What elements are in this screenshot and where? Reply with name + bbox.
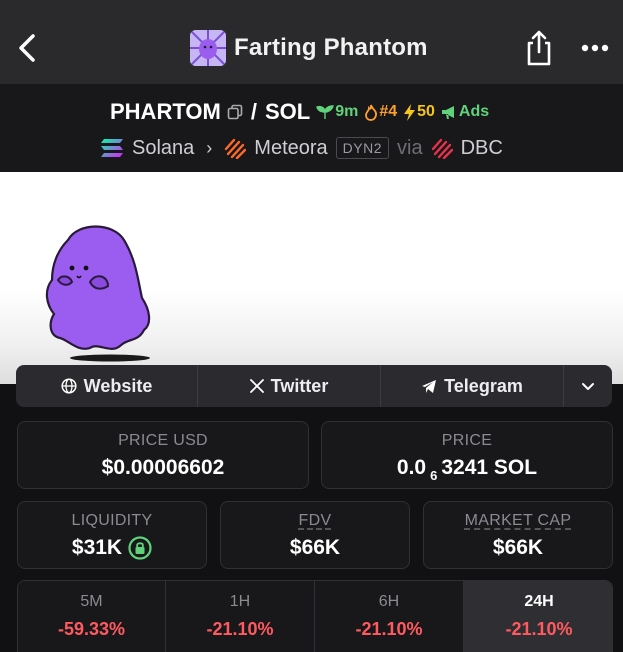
sprout-icon: [316, 105, 335, 119]
liquidity-value: $31K: [71, 536, 123, 559]
age-text: 9m: [335, 103, 359, 120]
telegram-label: Telegram: [444, 375, 523, 396]
social-links-bar: Website Twitter Telegram: [16, 365, 612, 407]
chain-name[interactable]: Solana: [132, 137, 194, 160]
market-cap-value: $66K: [492, 536, 544, 559]
via-label: via: [397, 136, 423, 159]
website-link[interactable]: Website: [16, 365, 198, 407]
window-title: Farting Phantom: [190, 30, 428, 66]
website-label: Website: [83, 375, 153, 396]
pair-header: PHARTOM / SOL 9m #4 50 Ads Solana › Mete…: [0, 84, 623, 172]
twitter-label: Twitter: [270, 375, 329, 396]
timeframe-tabs: 5M -59.33% 1H -21.10% 6H -21.10% 24H -21…: [17, 580, 613, 652]
price-zero-count: 6: [430, 468, 438, 483]
megaphone-icon: [441, 105, 454, 119]
tab-1h-change: -21.10%: [206, 619, 274, 639]
dbc-icon: [431, 138, 453, 159]
tab-1h-label: 1H: [229, 593, 251, 610]
top-nav-bar: Farting Phantom: [0, 0, 623, 84]
x-icon: [249, 379, 264, 393]
price-native-value: 0.0 6 3241 SOL: [322, 456, 612, 483]
tab-5m-label: 5M: [80, 593, 103, 610]
price-native-card: PRICE 0.0 6 3241 SOL: [321, 421, 613, 489]
liquidity-label: LIQUIDITY: [71, 512, 153, 529]
back-arrow-icon[interactable]: [14, 30, 40, 66]
tab-24h-label: 24H: [524, 593, 554, 610]
app-title: Farting Phantom: [234, 34, 428, 61]
chevron-down-icon: [582, 382, 594, 390]
chevron-right-icon: ›: [206, 137, 213, 158]
fdv-label[interactable]: FDV: [299, 512, 332, 529]
fdv-value: $66K: [289, 536, 341, 559]
quote-symbol: SOL: [264, 99, 311, 124]
globe-icon: [61, 378, 77, 394]
solana-icon: [101, 139, 123, 157]
market-cap-card: MARKET CAP $66K: [423, 501, 613, 569]
tab-6h-label: 6H: [378, 593, 400, 610]
app-logo: [190, 30, 226, 66]
tab-24h-change: -21.10%: [505, 619, 573, 639]
ads-badge[interactable]: Ads: [441, 103, 489, 121]
lock-icon[interactable]: [128, 536, 152, 560]
tab-24h[interactable]: 24H -21.10%: [464, 581, 612, 652]
tab-5m[interactable]: 5M -59.33%: [18, 581, 166, 652]
tab-6h-change: -21.10%: [355, 619, 423, 639]
dex-tag: DYN2: [335, 137, 390, 159]
bolt-icon: [404, 103, 416, 121]
price-usd-value: $0.00006602: [101, 456, 225, 479]
telegram-icon: [422, 379, 437, 393]
liquidity-card: LIQUIDITY $31K: [17, 501, 207, 569]
boost-badge[interactable]: 50: [403, 103, 435, 121]
ads-text: Ads: [458, 103, 490, 120]
price-native-label: PRICE: [441, 432, 493, 449]
tab-6h[interactable]: 6H -21.10%: [315, 581, 464, 652]
price-usd-card: PRICE USD $0.00006602: [17, 421, 309, 489]
boost-text: 50: [417, 103, 435, 120]
pair-title-row: PHARTOM / SOL 9m #4 50 Ads: [110, 98, 489, 126]
dex-name[interactable]: Meteora: [254, 137, 327, 160]
age-badge: 9m: [316, 103, 358, 121]
rank-text: #4: [379, 103, 398, 120]
copy-icon[interactable]: [227, 104, 243, 120]
flame-icon: [365, 104, 378, 121]
fdv-card: FDV $66K: [220, 501, 410, 569]
meteora-icon: [225, 138, 247, 159]
pair-route-row: Solana › Meteora DYN2 via DBC: [100, 134, 503, 162]
price-prefix: 0.0: [396, 456, 427, 479]
telegram-link[interactable]: Telegram: [381, 365, 564, 407]
price-usd-label: PRICE USD: [118, 432, 208, 449]
base-symbol: PHARTOM: [110, 99, 221, 124]
more-dots-icon[interactable]: [578, 34, 612, 62]
launchpad-name[interactable]: DBC: [461, 137, 503, 160]
twitter-link[interactable]: Twitter: [198, 365, 381, 407]
ghost-mascot-image: [45, 225, 151, 362]
share-icon[interactable]: [522, 28, 556, 68]
tab-1h[interactable]: 1H -21.10%: [166, 581, 315, 652]
pair-separator: /: [250, 99, 257, 124]
liquidity-value-row: $31K: [18, 536, 206, 560]
token-banner: [0, 172, 623, 384]
rank-badge[interactable]: #4: [364, 103, 397, 121]
more-links-button[interactable]: [564, 365, 612, 407]
market-cap-label[interactable]: MARKET CAP: [465, 512, 572, 529]
tab-5m-change: -59.33%: [57, 619, 126, 639]
price-rest: 3241 SOL: [441, 456, 538, 479]
